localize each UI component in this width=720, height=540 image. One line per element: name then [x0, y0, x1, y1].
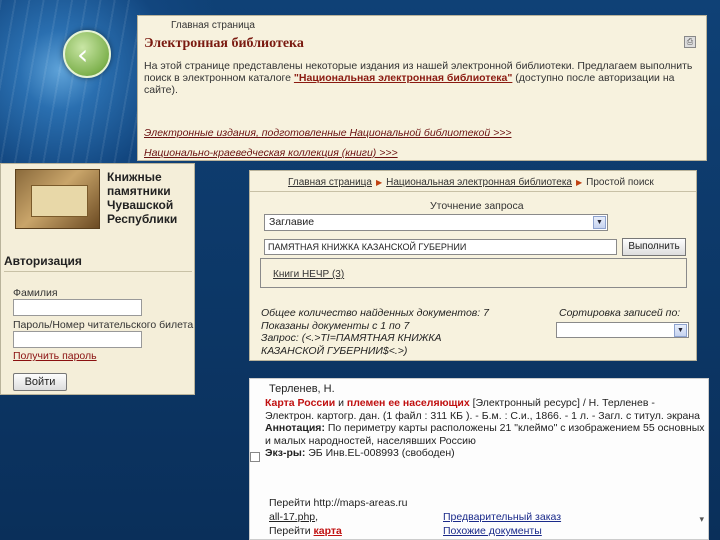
- similar-docs-link[interactable]: Похожие документы: [443, 525, 542, 537]
- preorder-link[interactable]: Предварительный заказ: [443, 511, 561, 523]
- stats-query: Запрос: (<.>TI=ПАМЯТНАЯ КНИЖКА КАЗАНСКОЙ…: [261, 332, 442, 357]
- background-pattern: [0, 0, 140, 165]
- regional-collection-link[interactable]: Национально-краеведческая коллекция (кни…: [144, 147, 398, 159]
- national-editions-link[interactable]: Электронные издания, подготовленные Наци…: [144, 127, 511, 139]
- url-link-part1[interactable]: http://maps-areas.ru: [314, 497, 408, 509]
- go-label-2: Перейти: [269, 525, 311, 537]
- print-icon[interactable]: ⎙: [684, 36, 696, 48]
- result-description: Карта России и племен ее населяющих [Эле…: [265, 397, 705, 460]
- breadcrumb-current: Простой поиск: [586, 177, 654, 188]
- url-link-part2[interactable]: all-17.php: [269, 511, 315, 523]
- search-input[interactable]: ПАМЯТНАЯ КНИЖКА КАЗАНСКОЙ ГУБЕРНИИ: [264, 239, 617, 255]
- breadcrumb: Главная страница ▶ Национальная электронна…: [288, 177, 654, 188]
- facet-box: Книги НЕЧР (3): [260, 258, 687, 288]
- result-title-part2[interactable]: племен ее населяющих: [347, 397, 470, 409]
- facet-link[interactable]: Книги НЕЧР (3): [273, 269, 344, 280]
- collection-title[interactable]: Книжные памятники Чувашской Республики: [107, 170, 194, 226]
- breadcrumb-home[interactable]: Главная страница: [171, 20, 255, 31]
- copies-text: ЭБ Инв.EL-008993 (свободен): [305, 447, 455, 459]
- sort-label: Сортировка записей по:: [559, 307, 681, 319]
- page-title: Электронная библиотека: [144, 36, 304, 51]
- national-library-link[interactable]: "Национальная электронная библиотека": [294, 72, 512, 84]
- go-map-row: Перейти карта: [269, 525, 342, 537]
- surname-label: Фамилия: [13, 287, 58, 299]
- result-title-part1[interactable]: Карта России: [265, 397, 335, 409]
- chevron-down-icon[interactable]: ▼: [674, 324, 687, 337]
- password-label: Пароль/Номер читательского билета: [13, 319, 194, 331]
- stats-shown: Показаны документы с 1 по 7: [261, 319, 410, 332]
- triangle-right-icon: ▶: [375, 178, 383, 187]
- breadcrumb-library[interactable]: Национальная электронная библиотека: [386, 177, 572, 188]
- book-monuments-image[interactable]: [15, 169, 100, 229]
- url-comma: ,: [315, 511, 319, 523]
- password-input[interactable]: [13, 331, 142, 348]
- triangle-right-icon: ▶: [575, 178, 583, 187]
- select-result-checkbox[interactable]: [250, 452, 260, 462]
- surname-input[interactable]: [13, 299, 142, 316]
- divider: [250, 191, 696, 192]
- auth-sidebar: Книжные памятники Чувашской Республики А…: [0, 163, 195, 395]
- login-button[interactable]: Войти: [13, 373, 67, 391]
- back-nav-button[interactable]: ‹: [63, 30, 111, 78]
- search-stats: Общее количество найденных документов: 7…: [261, 307, 501, 357]
- chevron-left-icon: ‹: [77, 38, 89, 71]
- search-field-select[interactable]: Заглавие ▼: [264, 214, 608, 231]
- get-password-link[interactable]: Получить пароль: [13, 350, 97, 362]
- annotation-label: Аннотация:: [265, 422, 325, 434]
- annotation-text: По периметру карты расположены 21 "клейм…: [265, 422, 705, 447]
- result-title-and: и: [335, 397, 347, 409]
- search-field-value: Заглавие: [269, 216, 315, 228]
- search-result: Терленев, Н. Карта России и племен ее на…: [249, 378, 709, 540]
- result-resource-type: [Электронный ресурс] / Н. Терленев: [469, 397, 649, 409]
- electronic-library-panel: Главная страница Электронная библиотека …: [137, 15, 707, 161]
- auth-heading: Авторизация: [4, 254, 192, 272]
- copies-label: Экз-ры:: [265, 447, 306, 459]
- refine-label: Уточнение запроса: [430, 200, 524, 212]
- scroll-down-icon[interactable]: ▾: [699, 514, 704, 525]
- go-url-row: Перейти http://maps-areas.ru: [269, 497, 408, 509]
- stats-found: Общее количество найденных документов: 7: [261, 307, 489, 319]
- run-search-button[interactable]: Выполнить: [622, 238, 686, 256]
- url-row-2: all-17.php,: [269, 511, 318, 523]
- result-author: Терленев, Н.: [269, 383, 335, 395]
- map-link[interactable]: карта: [314, 525, 342, 537]
- chevron-down-icon[interactable]: ▼: [593, 216, 606, 229]
- intro-text: На этой странице представлены некоторые …: [144, 60, 699, 96]
- breadcrumb-home[interactable]: Главная страница: [288, 177, 372, 188]
- search-panel: Главная страница ▶ Национальная электронна…: [249, 170, 697, 361]
- go-label: Перейти: [269, 497, 311, 509]
- sort-select[interactable]: ▼: [556, 322, 689, 338]
